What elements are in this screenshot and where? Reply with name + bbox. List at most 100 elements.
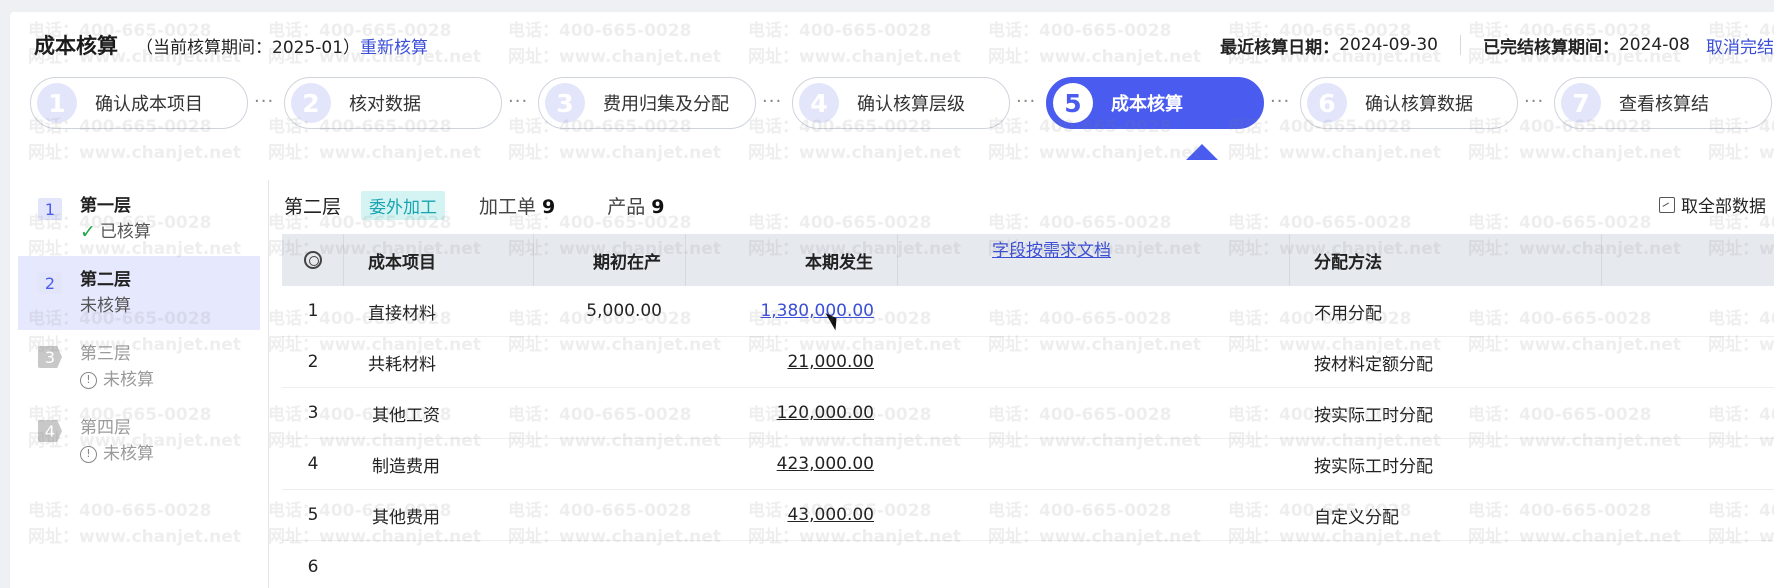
closed-period-value: 2024-08 (1618, 35, 1690, 55)
step-connector: ··· (1270, 91, 1291, 112)
blank-cell (898, 439, 1290, 489)
closed-period-label: 已完结核算期间： (1482, 37, 1619, 58)
header-opening-wip: 期初在产 (534, 234, 686, 286)
stepper: 1 确认成本项目 ··· 2 核对数据 ··· 3 费用归集及分配 ··· 4 … (30, 77, 1774, 129)
row-index: 4 (307, 454, 319, 474)
table-row[interactable]: 1 直接材料 5,000.00 1,380,000.00 不用分配 (282, 286, 1774, 337)
header-allocation-method: 分配方法 (1290, 234, 1602, 286)
allocation-method: 按实际工时分配 (1314, 456, 1433, 477)
row-index: 3 (307, 403, 319, 423)
step-5[interactable]: 5 成本核算 (1046, 77, 1264, 129)
step-label: 核对数据 (349, 94, 421, 115)
products-count: 产品 9 (607, 192, 664, 219)
level-status: ! 未核算 (80, 440, 260, 468)
current-amount-link[interactable]: 43,000.00 (787, 505, 874, 525)
category-tag: 委外加工 (361, 190, 446, 220)
orders-label: 加工单 (479, 195, 537, 218)
warning-icon: ! (80, 445, 97, 463)
recalc-link[interactable]: 重新核算 (360, 33, 428, 58)
current-amount-link[interactable]: 21,000.00 (787, 352, 874, 372)
current-amount-link[interactable]: 1,380,000.00 (760, 301, 874, 321)
level-item-1[interactable]: 1 第一层 ✓ 已核算 (18, 182, 260, 256)
chart-icon (1659, 196, 1675, 213)
cost-item-text: 制造费用 (372, 456, 440, 477)
level-status-text: 未核算 (103, 370, 154, 390)
step-connector: ··· (508, 91, 529, 112)
step-number: 5 (1053, 83, 1093, 123)
level-name: 第三层 (80, 344, 131, 364)
current-amount-link[interactable]: 423,000.00 (777, 454, 874, 474)
last-date-label: 最近核算日期： (1220, 37, 1340, 58)
level-status: ! 未核算 (80, 366, 260, 394)
step-label: 成本核算 (1111, 94, 1183, 115)
table-row[interactable]: 5 其他费用 43,000.00 自定义分配 (282, 490, 1774, 541)
blank-cell (898, 337, 1290, 387)
current-period: （当前核算期间：2025-01） (136, 37, 361, 58)
cost-table: 成本项目 期初在产 本期发生 分配方法 字段按需求文档 1 直接材料 5,000… (282, 234, 1774, 588)
table-row[interactable]: 4 制造费用 423,000.00 按实际工时分配 (282, 439, 1774, 490)
level-number: 3 (38, 346, 62, 368)
opening-value (534, 388, 686, 438)
level-number: 4 (38, 420, 62, 442)
level-name: 第一层 (80, 196, 131, 216)
page-header: 成本核算 （当前核算期间：2025-01） 重新核算 (34, 30, 428, 60)
table-toolbar: 第二层 委外加工 加工单 9 产品 9 (284, 190, 717, 220)
products-value: 9 (651, 195, 665, 218)
cancel-close-link[interactable]: 取消完结 (1706, 33, 1774, 58)
table-row[interactable]: 6 (282, 541, 1774, 588)
level-number: 1 (38, 198, 62, 220)
step-6[interactable]: 6 确认核算数据 (1300, 77, 1518, 129)
requirements-doc-link[interactable]: 字段按需求文档 (992, 236, 1111, 261)
row-index: 1 (307, 301, 319, 321)
step-label: 确认成本项目 (95, 94, 203, 115)
level-name: 第二层 (80, 270, 131, 290)
row-index: 2 (307, 352, 319, 372)
allocation-method: 自定义分配 (1314, 507, 1399, 528)
active-step-indicator (1186, 144, 1218, 160)
row-index: 6 (307, 556, 319, 577)
level-list: 1 第一层 ✓ 已核算 2 第二层 未核算 3 第三层 ! 未核算 4 第四层 (18, 182, 260, 478)
step-number: 4 (799, 83, 839, 123)
table-row[interactable]: 2 共耗材料 21,000.00 按材料定额分配 (282, 337, 1774, 388)
cost-item: 共耗材料 (368, 354, 436, 375)
warning-icon: ! (80, 371, 97, 389)
step-number: 6 (1307, 83, 1347, 123)
opening-value (534, 337, 686, 387)
level-status-text: 未核算 (80, 296, 131, 316)
step-4[interactable]: 4 确认核算层级 (792, 77, 1010, 129)
level-item-4[interactable]: 4 第四层 ! 未核算 (18, 404, 260, 478)
main-panel: 成本核算 （当前核算期间：2025-01） 重新核算 最近核算日期： 2024-… (10, 12, 1774, 588)
level-item-2[interactable]: 2 第二层 未核算 (18, 256, 260, 330)
step-connector: ··· (1016, 91, 1037, 112)
allocation-method: 按材料定额分配 (1314, 354, 1433, 375)
step-number: 3 (545, 83, 585, 123)
column-settings-button[interactable] (282, 234, 344, 286)
step-label: 查看核算结 (1619, 94, 1709, 115)
step-2[interactable]: 2 核对数据 (284, 77, 502, 129)
page-title: 成本核算 (34, 34, 118, 58)
table-row[interactable]: 3 其他工资 120,000.00 按实际工时分配 (282, 388, 1774, 439)
level-status-text: 未核算 (103, 444, 154, 464)
step-7[interactable]: 7 查看核算结 (1554, 77, 1772, 129)
allocation-method: 按实际工时分配 (1314, 405, 1433, 426)
step-3[interactable]: 3 费用归集及分配 (538, 77, 756, 129)
gear-icon (303, 251, 322, 269)
opening-value (534, 490, 686, 540)
level-item-3[interactable]: 3 第三层 ! 未核算 (18, 330, 260, 404)
fetch-all-button[interactable]: 取全部数据 (1659, 192, 1766, 217)
blank-cell (898, 388, 1290, 438)
step-number: 2 (291, 83, 331, 123)
divider (1459, 35, 1461, 55)
blank-cell (898, 286, 1290, 336)
header-cost-item: 成本项目 (344, 234, 534, 286)
cost-item: 其他费用 (344, 490, 534, 540)
step-connector: ··· (254, 91, 275, 112)
level-status: ✓ 已核算 (80, 218, 260, 246)
opening-value (534, 439, 686, 489)
cost-item: 其他工资 (344, 388, 534, 438)
cost-item: 制造费用 (344, 439, 534, 489)
cost-item (344, 541, 534, 588)
header-extra (1602, 234, 1774, 286)
current-amount-link[interactable]: 120,000.00 (777, 403, 874, 423)
step-1[interactable]: 1 确认成本项目 (30, 77, 248, 129)
